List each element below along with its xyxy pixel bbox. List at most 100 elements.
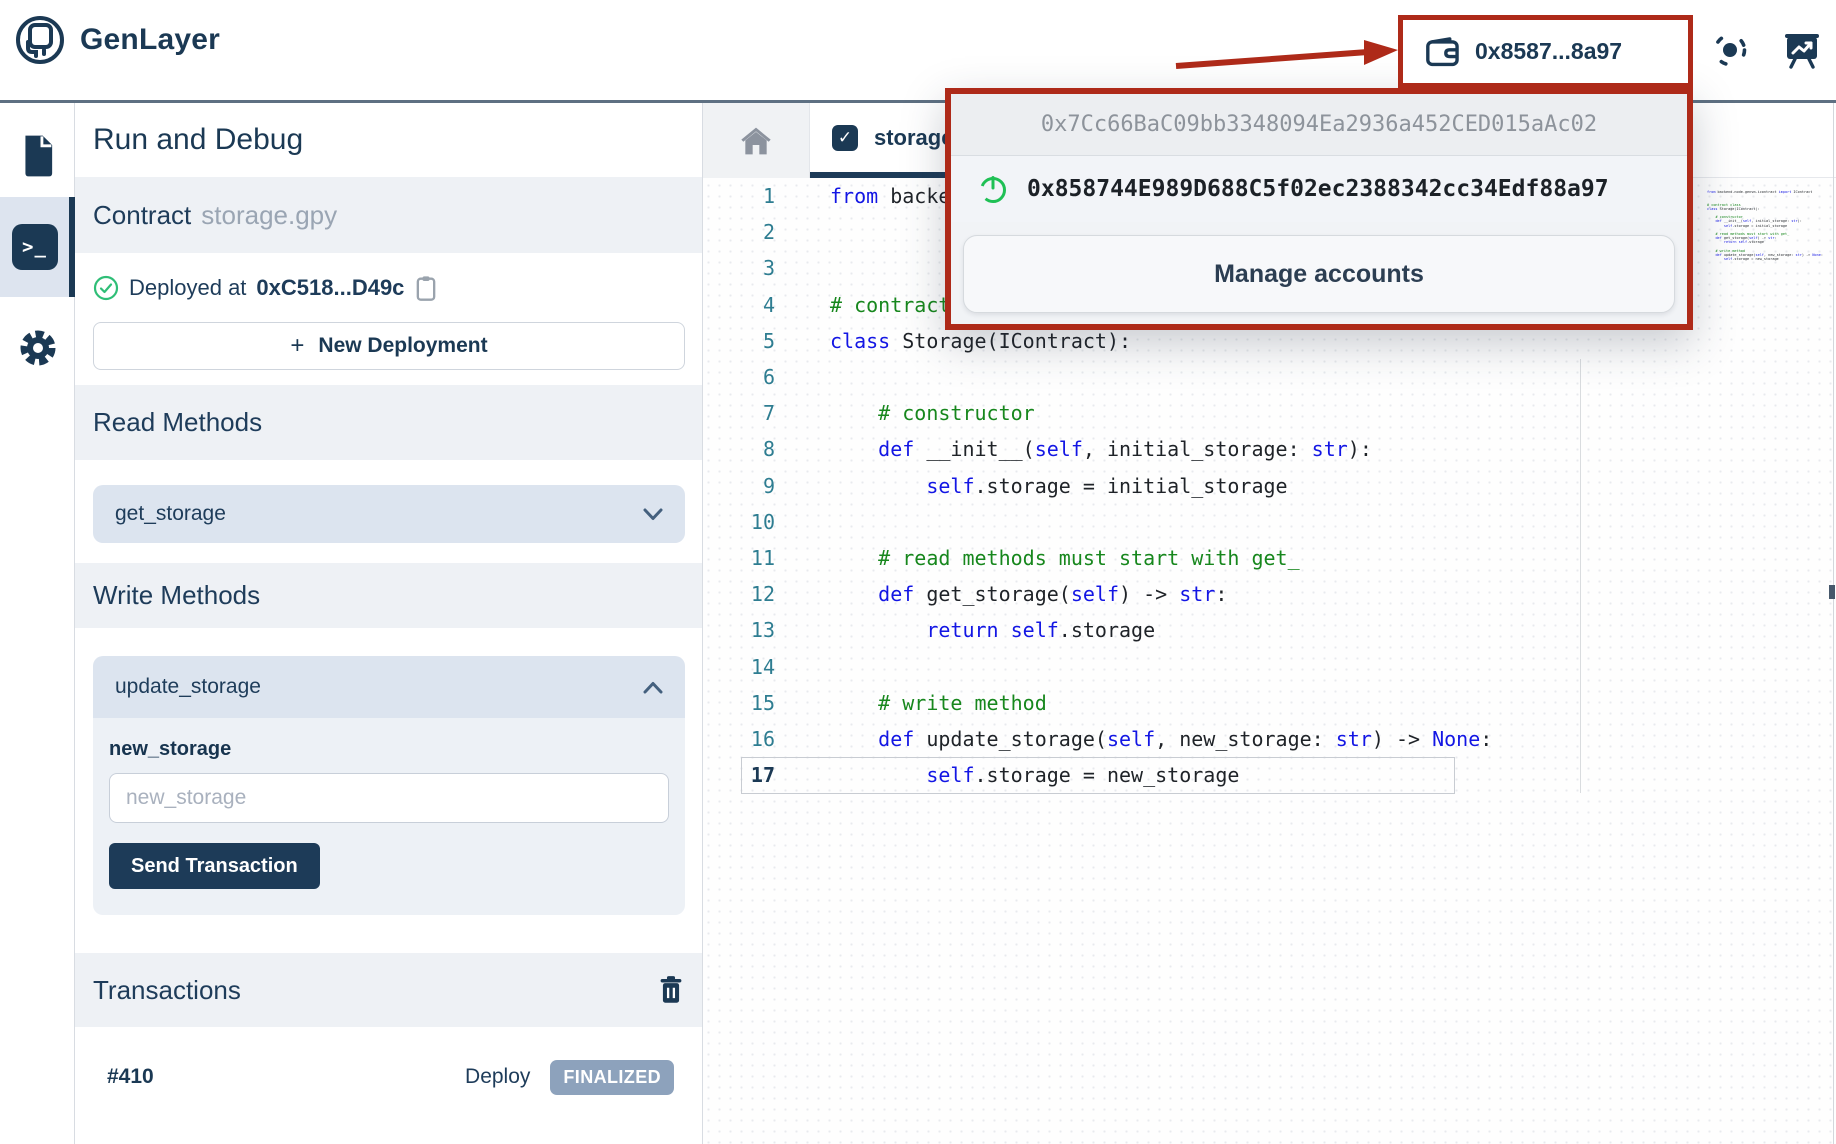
- code-line[interactable]: 9 self.storage = initial_storage: [703, 468, 1703, 504]
- account-option-active[interactable]: 0x858744E989D688C5f02ec2388342cc34Edf88a…: [951, 156, 1687, 222]
- code-text: # read methods must start with get_: [830, 546, 1300, 570]
- code-text: # write method: [830, 691, 1047, 715]
- code-text: def get_storage(self) -> str:: [830, 582, 1227, 606]
- code-line[interactable]: 11 # read methods must start with get_: [703, 540, 1703, 576]
- deployed-status-row: Deployed at 0xC518...D49c: [93, 268, 438, 308]
- minimap-content: from backend.node.genvm.icontract import…: [1707, 190, 1833, 261]
- new-storage-input[interactable]: [109, 773, 669, 823]
- line-number: 3: [703, 256, 775, 280]
- transactions-title: Transactions: [93, 975, 241, 1006]
- line-number: 4: [703, 293, 775, 317]
- plus-icon: +: [290, 332, 304, 360]
- code-line[interactable]: 10: [703, 504, 1703, 540]
- method-update-storage[interactable]: update_storage: [93, 656, 685, 718]
- code-text: def update_storage(self, new_storage: st…: [830, 727, 1492, 751]
- code-line[interactable]: 6: [703, 359, 1703, 395]
- transaction-status-badge: FINALIZED: [550, 1060, 674, 1095]
- line-number: 8: [703, 437, 775, 461]
- new-deployment-label: New Deployment: [318, 334, 487, 358]
- code-line[interactable]: 15 # write method: [703, 685, 1703, 721]
- method-label: get_storage: [115, 502, 226, 526]
- check-circle-icon: [93, 275, 119, 301]
- account-dropdown: 0x7Cc66BaC09bb3348094Ea2936a452CED015aAc…: [945, 88, 1693, 330]
- contract-section-header: Contract storage.gpy: [75, 177, 702, 253]
- line-number: 7: [703, 401, 775, 425]
- code-text: self.storage = initial_storage: [830, 474, 1288, 498]
- sidebar-item-run-debug[interactable]: >_: [0, 197, 75, 297]
- code-line[interactable]: 7 # constructor: [703, 395, 1703, 431]
- transaction-type: Deploy: [465, 1065, 530, 1089]
- line-number: 5: [703, 329, 775, 353]
- method-params-form: new_storage Send Transaction: [93, 718, 685, 915]
- code-text: self.storage = new_storage: [830, 763, 1239, 787]
- home-icon: [740, 126, 772, 156]
- code-line[interactable]: 13 return self.storage: [703, 612, 1703, 648]
- genlayer-logo-icon: [14, 14, 66, 66]
- code-text: class Storage(IContract):: [830, 329, 1131, 353]
- code-text: return self.storage: [830, 618, 1155, 642]
- line-number: 1: [703, 184, 775, 208]
- line-number: 13: [703, 618, 775, 642]
- line-number: 14: [703, 655, 775, 679]
- deployed-prefix: Deployed at: [129, 275, 246, 301]
- code-text: def __init__(self, initial_storage: str)…: [830, 437, 1372, 461]
- transactions-header: Transactions: [75, 953, 702, 1027]
- clear-transactions-trash-icon[interactable]: [658, 975, 684, 1005]
- read-methods-header: Read Methods: [75, 385, 702, 460]
- code-line[interactable]: 12 def get_storage(self) -> str:: [703, 576, 1703, 612]
- sidebar-item-settings[interactable]: [0, 319, 75, 377]
- wallet-address-short: 0x8587...8a97: [1475, 38, 1622, 65]
- sidebar-item-files[interactable]: [0, 127, 75, 185]
- contract-file-name: storage.gpy: [201, 200, 337, 231]
- line-number: 12: [703, 582, 775, 606]
- terminal-icon: >_: [12, 224, 58, 270]
- power-active-icon: [977, 173, 1009, 205]
- panel-title: Run and Debug: [75, 103, 702, 177]
- line-number: 16: [703, 727, 775, 751]
- code-line[interactable]: 16 def update_storage(self, new_storage:…: [703, 721, 1703, 757]
- brand: GenLayer: [14, 14, 220, 66]
- wallet-icon: [1425, 35, 1461, 69]
- code-line[interactable]: 8 def __init__(self, initial_storage: st…: [703, 431, 1703, 467]
- line-number: 10: [703, 510, 775, 534]
- send-transaction-button[interactable]: Send Transaction: [109, 843, 320, 889]
- activity-bar: >_: [0, 103, 75, 1144]
- line-number: 15: [703, 691, 775, 715]
- account-option-inactive[interactable]: 0x7Cc66BaC09bb3348094Ea2936a452CED015aAc…: [951, 94, 1687, 156]
- sun-icon: [1709, 28, 1751, 72]
- theme-toggle-button[interactable]: [1709, 28, 1751, 77]
- line-number: 2: [703, 220, 775, 244]
- chevron-up-icon: [643, 681, 663, 694]
- active-account-address: 0x858744E989D688C5f02ec2388342cc34Edf88a…: [1027, 176, 1609, 202]
- deployed-address: 0xC518...D49c: [256, 275, 404, 301]
- method-get-storage[interactable]: get_storage: [93, 485, 685, 543]
- wallet-account-button[interactable]: 0x8587...8a97: [1398, 15, 1693, 88]
- write-methods-header: Write Methods: [75, 563, 702, 628]
- code-line[interactable]: 14: [703, 648, 1703, 684]
- line-number: 17: [703, 763, 775, 787]
- presentation-chart-icon: [1781, 28, 1823, 72]
- param-label: new_storage: [109, 738, 669, 761]
- chevron-down-icon: [643, 508, 663, 521]
- contract-label: Contract: [93, 200, 191, 231]
- new-deployment-button[interactable]: + New Deployment: [93, 322, 685, 370]
- line-number: 9: [703, 474, 775, 498]
- manage-accounts-button[interactable]: Manage accounts: [963, 235, 1675, 313]
- gear-icon: [16, 326, 60, 370]
- method-update-storage-panel: update_storage new_storage Send Transact…: [93, 656, 685, 915]
- scrollbar-thumb[interactable]: [1829, 585, 1835, 599]
- tab-home[interactable]: [703, 103, 810, 178]
- genlayer-simulator-page: ✓ storage.gpy 1 from backend.node.genvm.i…: [0, 0, 1836, 1144]
- minimap-line: self.storage = new_storage: [1707, 257, 1833, 261]
- file-icon: [19, 134, 57, 178]
- validators-stats-button[interactable]: [1781, 28, 1823, 77]
- transaction-id: #410: [107, 1065, 154, 1089]
- line-number: 6: [703, 365, 775, 389]
- copy-address-icon[interactable]: [414, 274, 438, 302]
- minimap[interactable]: from backend.node.genvm.icontract import…: [1700, 178, 1833, 269]
- code-line[interactable]: 17 self.storage = new_storage: [703, 757, 1703, 793]
- saved-file-check-icon: ✓: [832, 125, 858, 151]
- line-number: 11: [703, 546, 775, 570]
- brand-name: GenLayer: [80, 23, 220, 57]
- transaction-row[interactable]: #410 Deploy FINALIZED: [75, 1050, 702, 1104]
